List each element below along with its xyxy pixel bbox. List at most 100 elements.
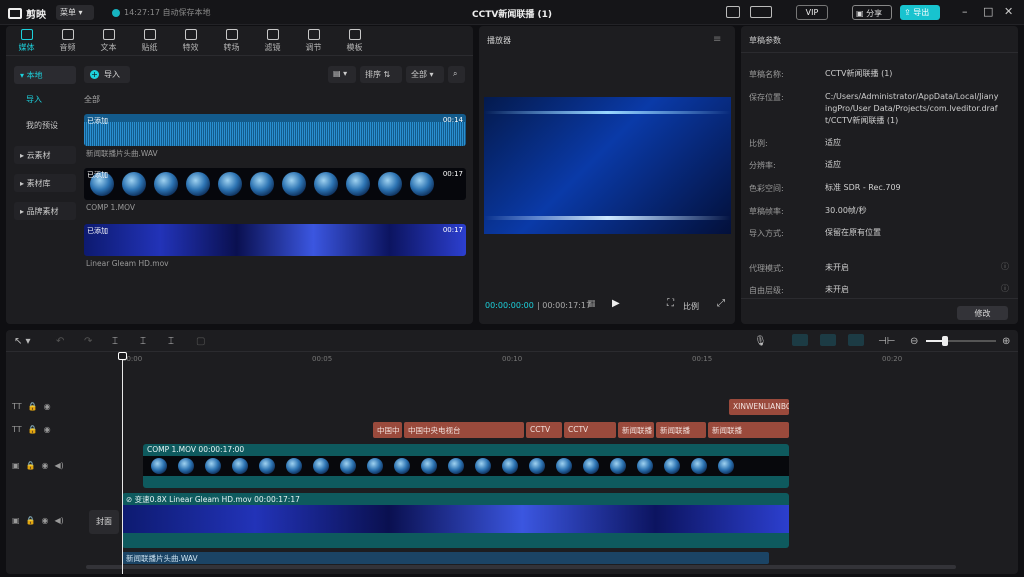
timecode-grid-icon[interactable]: ▦: [587, 299, 596, 309]
tab-text[interactable]: 文本: [88, 26, 129, 55]
clip-thumbnails: [122, 505, 789, 533]
lock-icon[interactable]: 🔒: [26, 516, 36, 525]
sidebar-item-brand[interactable]: ▸ 品牌素材: [14, 202, 76, 220]
linkage-toggle[interactable]: [848, 334, 864, 346]
text-clip[interactable]: 新闻联播: [618, 422, 654, 438]
tab-effects[interactable]: 特效: [170, 26, 211, 55]
light-streak: [484, 216, 731, 220]
globe-thumbnail: [448, 458, 464, 474]
text-clip[interactable]: 新闻联播: [708, 422, 789, 438]
layout-icon[interactable]: [750, 6, 772, 18]
text-clip[interactable]: CCTV: [526, 422, 562, 438]
globe-thumbnail: [394, 458, 410, 474]
tab-template[interactable]: 模板: [334, 26, 375, 55]
logo-icon: [8, 8, 22, 19]
share-button[interactable]: ▣ 分享: [852, 5, 892, 20]
text-clip[interactable]: CCTV: [564, 422, 616, 438]
edit-button[interactable]: 修改: [957, 306, 1008, 320]
redo-icon[interactable]: ↷: [84, 336, 92, 347]
filter-button[interactable]: 全部 ▾: [406, 66, 444, 83]
globe-thumbnail: [286, 458, 302, 474]
playhead[interactable]: [122, 352, 123, 574]
media-clip-audio[interactable]: 已添加 00:14: [84, 114, 466, 146]
globe-thumbnail: [154, 172, 178, 196]
fullscreen-preview-icon[interactable]: ⛶: [667, 298, 674, 309]
tab-audio[interactable]: 音频: [47, 26, 88, 55]
play-icon[interactable]: ▶: [612, 298, 620, 309]
text-clip[interactable]: XINWENLIANBO: [729, 399, 789, 415]
microphone-icon[interactable]: 🎙: [754, 336, 767, 347]
split-icon[interactable]: ⌶: [112, 336, 118, 347]
media-clip-comp[interactable]: 已添加 00:17: [84, 168, 466, 200]
globe-thumbnail: [186, 172, 210, 196]
trim-right-icon[interactable]: ⌶: [168, 336, 174, 347]
clip-name: 新闻联播片头曲.WAV: [86, 149, 158, 158]
eye-icon[interactable]: ◉: [42, 461, 49, 470]
tab-adjust[interactable]: 调节: [293, 26, 334, 55]
globe-thumbnail: [151, 458, 167, 474]
lock-icon[interactable]: 🔒: [28, 402, 38, 411]
ratio-button[interactable]: 比例: [683, 301, 699, 312]
prop-label: 分辨率:: [749, 161, 776, 170]
eye-icon[interactable]: ◉: [44, 402, 51, 411]
cover-button[interactable]: 封面: [89, 510, 119, 534]
text-clip[interactable]: 中国中央电视台: [404, 422, 524, 438]
main-track-clip[interactable]: ⊘ 变速0.8X Linear Gleam HD.mov 00:00:17:17: [122, 493, 789, 548]
eye-icon[interactable]: ◉: [44, 425, 51, 434]
tab-transition[interactable]: 转场: [211, 26, 252, 55]
info-icon[interactable]: ⓘ: [1001, 261, 1009, 272]
text-clip[interactable]: 新闻联播: [656, 422, 706, 438]
export-button[interactable]: ⇪ 导出: [900, 5, 940, 20]
import-button[interactable]: + 导入: [84, 66, 130, 83]
zoom-slider[interactable]: [926, 336, 996, 346]
tab-filter[interactable]: 滤镜: [252, 26, 293, 55]
menu-icon[interactable]: ≡: [713, 34, 721, 45]
auto-snap-toggle[interactable]: [820, 334, 836, 346]
speaker-icon[interactable]: ◀): [55, 461, 64, 470]
lock-icon[interactable]: 🔒: [28, 425, 38, 434]
maximize-icon[interactable]: □: [983, 5, 993, 18]
zoom-slider-handle[interactable]: [942, 336, 948, 346]
tab-label: 媒体: [18, 43, 35, 52]
prop-label: 色彩空间:: [749, 184, 784, 193]
vip-button[interactable]: VIP: [796, 5, 828, 20]
horizontal-scrollbar[interactable]: [86, 565, 956, 569]
search-icon[interactable]: ⌕: [448, 66, 465, 83]
clip-name: COMP 1.MOV: [86, 203, 136, 212]
lock-icon[interactable]: 🔒: [26, 461, 36, 470]
sticker-icon: [143, 29, 156, 40]
expand-icon[interactable]: ⤢: [717, 298, 725, 309]
sort-button[interactable]: 排序 ⇅: [360, 66, 402, 83]
close-icon[interactable]: ✕: [1004, 5, 1013, 18]
view-mode-button[interactable]: ▤ ▾: [328, 66, 356, 83]
delete-icon[interactable]: ▢: [196, 336, 205, 347]
minimize-icon[interactable]: –: [962, 5, 968, 18]
tab-media[interactable]: 媒体: [6, 26, 47, 55]
zoom-in-icon[interactable]: ⊕: [1002, 336, 1010, 347]
shortcut-icon[interactable]: [726, 6, 740, 18]
audio-clip[interactable]: 新闻联播片头曲.WAV: [122, 552, 769, 564]
sidebar-item-library[interactable]: ▸ 素材库: [14, 174, 76, 192]
select-cursor-icon[interactable]: ↖ ▾: [14, 336, 31, 347]
sidebar-item-cloud[interactable]: ▸ 云素材: [14, 146, 76, 164]
tab-sticker[interactable]: 贴纸: [129, 26, 170, 55]
video-clip-comp[interactable]: COMP 1.MOV 00:00:17:00: [143, 444, 789, 488]
clip-thumbnails: [143, 456, 789, 476]
sidebar-item-import[interactable]: 导入: [14, 94, 76, 108]
media-clip-gleam[interactable]: 已添加 00:17: [84, 224, 466, 256]
sidebar-item-local[interactable]: ▾ 本地: [14, 66, 76, 84]
sidebar-item-presets[interactable]: 我的预设: [14, 120, 76, 134]
speaker-icon[interactable]: ◀): [55, 516, 64, 525]
info-icon[interactable]: ⓘ: [1001, 283, 1009, 294]
eye-icon[interactable]: ◉: [42, 516, 49, 525]
trim-left-icon[interactable]: ⌶: [140, 336, 146, 347]
playhead-handle[interactable]: [118, 352, 127, 360]
text-clip[interactable]: 中国中: [373, 422, 402, 438]
zoom-out-icon[interactable]: ⊖: [910, 336, 918, 347]
time-ruler[interactable]: 00:00 00:05 00:10 00:15 00:20: [86, 352, 1018, 366]
main-track-magnet-toggle[interactable]: [792, 334, 808, 346]
menu-button[interactable]: 菜单 ▾: [56, 5, 94, 20]
undo-icon[interactable]: ↶: [56, 336, 64, 347]
adjust-icon: [307, 29, 320, 40]
preview-axis-icon[interactable]: ⊣⊢: [878, 336, 895, 347]
